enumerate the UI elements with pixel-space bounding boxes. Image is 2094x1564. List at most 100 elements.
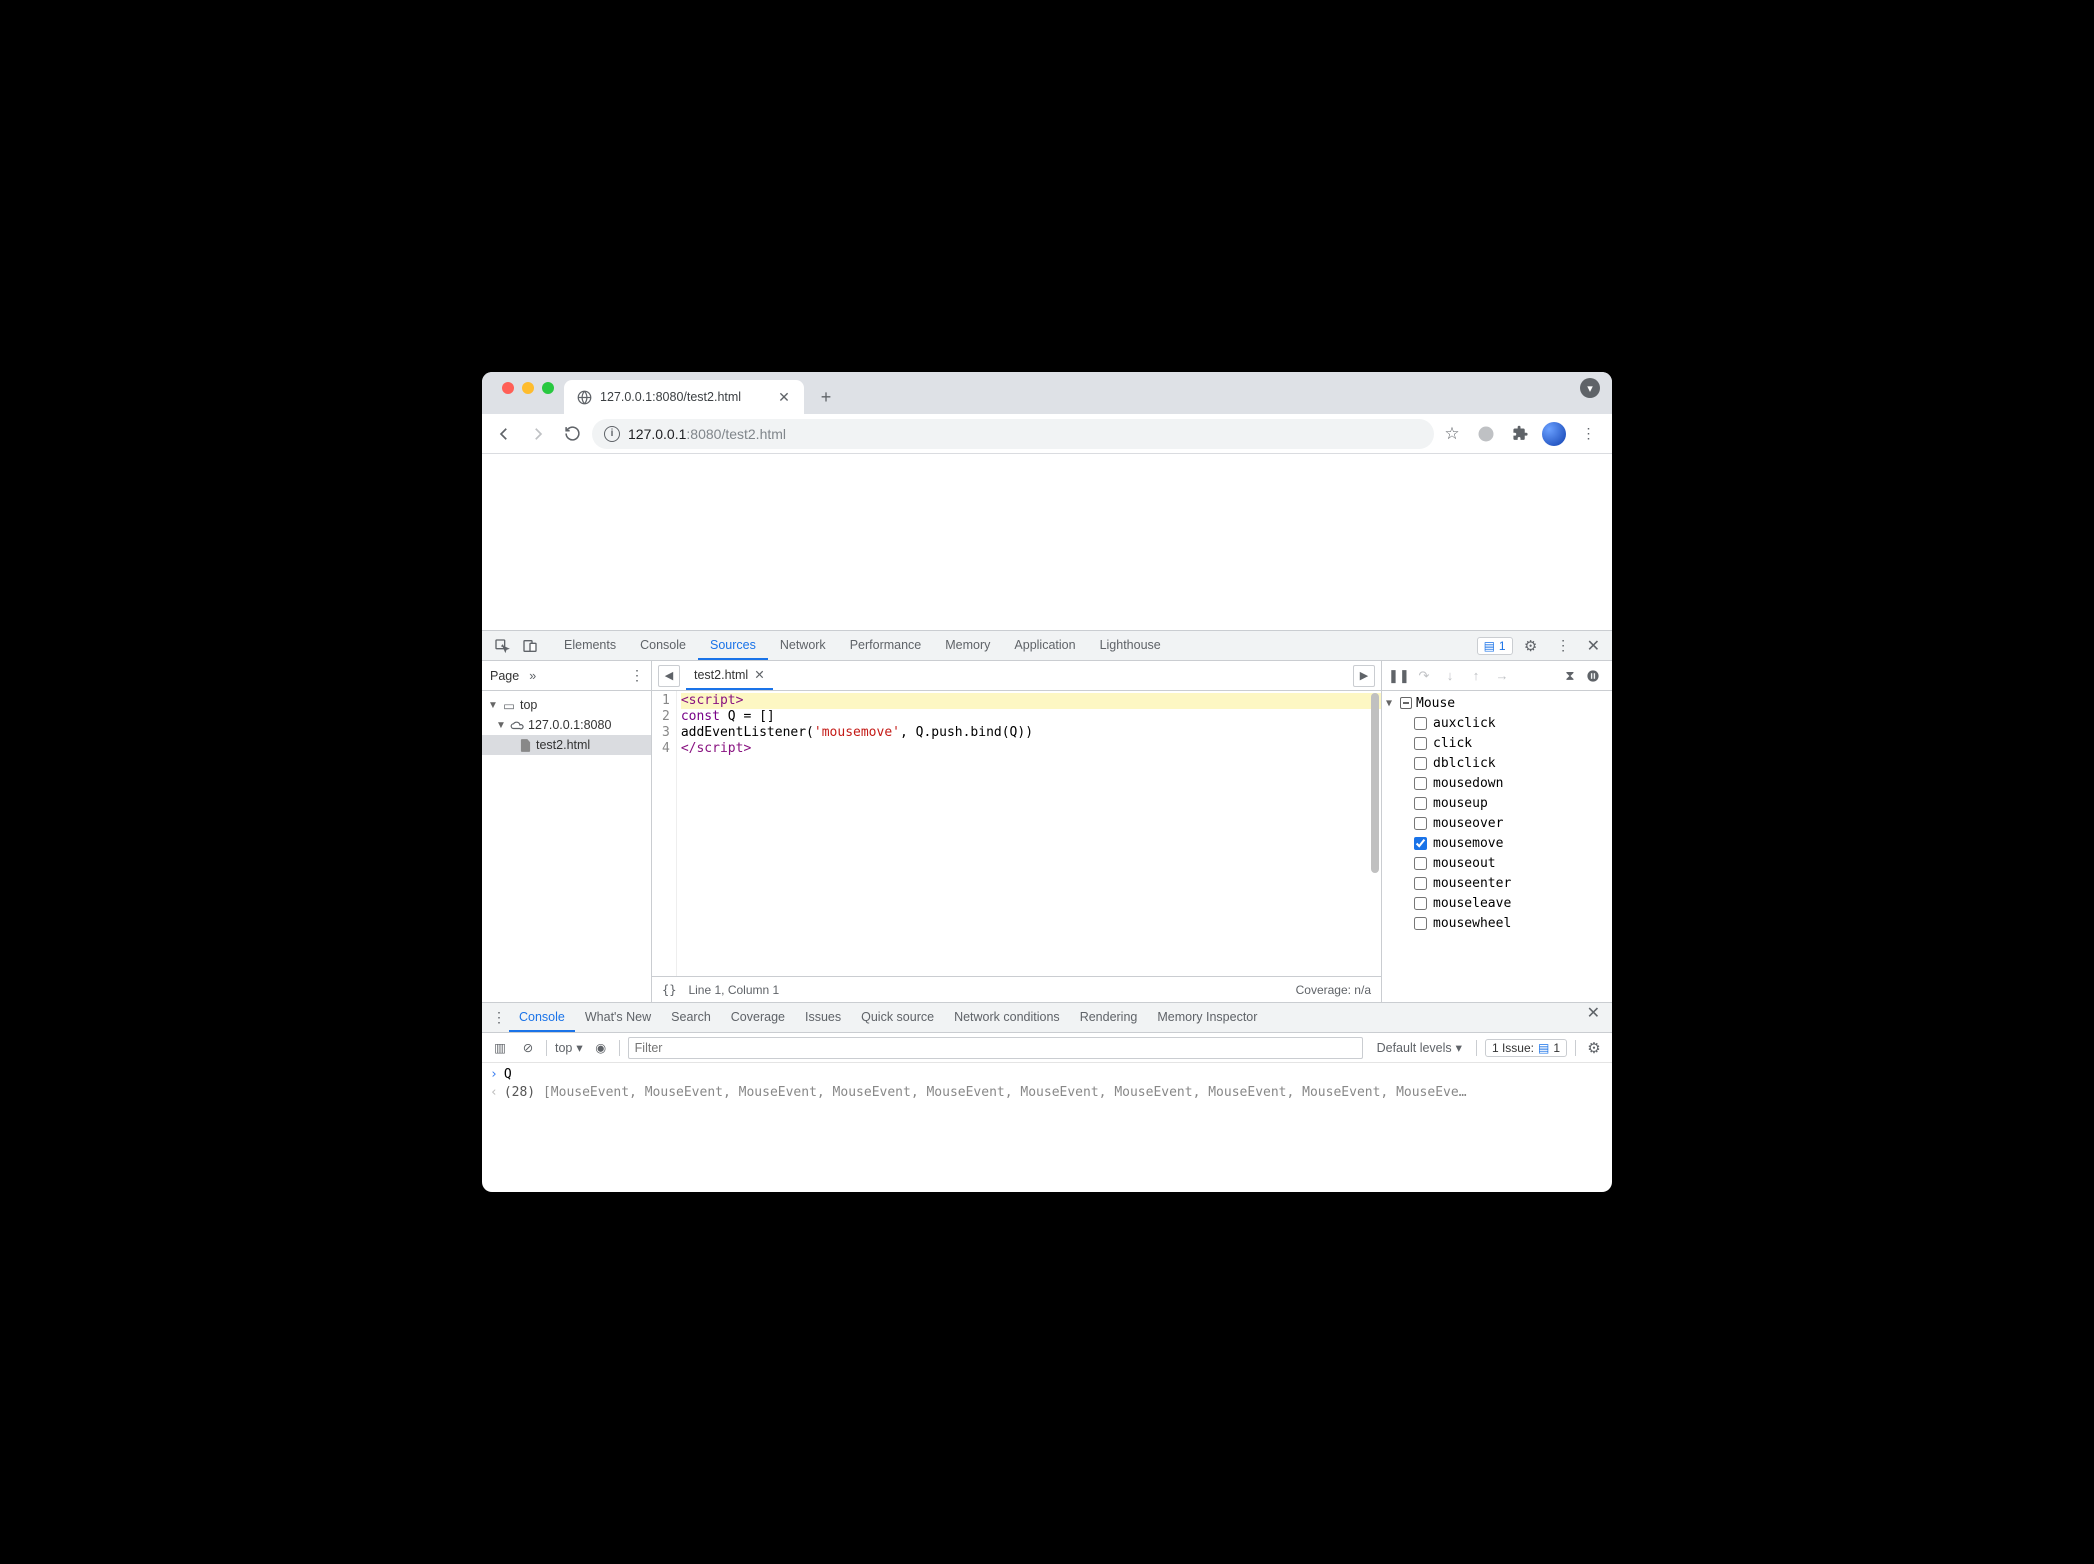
tab-console[interactable]: Console bbox=[628, 631, 698, 660]
drawer-tab-console[interactable]: Console bbox=[509, 1003, 575, 1032]
navigator-tab-page[interactable]: Page bbox=[490, 669, 519, 683]
close-file-button[interactable]: ✕ bbox=[754, 667, 764, 682]
toggle-navigator-button[interactable]: ◀ bbox=[658, 665, 680, 687]
devtools-close-button[interactable]: ✕ bbox=[1581, 636, 1606, 656]
pause-on-exceptions-button[interactable] bbox=[1586, 669, 1606, 683]
execution-context-selector[interactable]: top▾ bbox=[555, 1040, 583, 1055]
code-text[interactable]: <script> const Q = [] addEventListener('… bbox=[677, 691, 1381, 976]
step-out-button[interactable]: ↑ bbox=[1466, 668, 1486, 683]
tab-sources[interactable]: Sources bbox=[698, 631, 768, 660]
tab-network[interactable]: Network bbox=[768, 631, 838, 660]
breakpoint-checkbox[interactable] bbox=[1414, 917, 1427, 930]
close-window-button[interactable] bbox=[502, 382, 514, 394]
tab-memory[interactable]: Memory bbox=[933, 631, 1002, 660]
breakpoint-item[interactable]: mousedown bbox=[1386, 773, 1608, 793]
step-button[interactable]: → bbox=[1492, 668, 1512, 683]
back-button[interactable] bbox=[490, 420, 518, 448]
drawer-tab-search[interactable]: Search bbox=[661, 1003, 721, 1032]
console-output[interactable]: › Q ‹ (28) [MouseEvent, MouseEvent, Mous… bbox=[482, 1063, 1612, 1192]
breakpoint-category-mouse[interactable]: ▼ Mouse bbox=[1386, 693, 1608, 713]
tab-search-button[interactable]: ▾ bbox=[1580, 378, 1600, 398]
drawer-tab-coverage[interactable]: Coverage bbox=[721, 1003, 795, 1032]
drawer-tab-netcond[interactable]: Network conditions bbox=[944, 1003, 1070, 1032]
breakpoint-item[interactable]: mouseup bbox=[1386, 793, 1608, 813]
console-issues-chip[interactable]: 1 Issue: ▤ 1 bbox=[1485, 1039, 1567, 1057]
devtools-settings-button[interactable]: ⚙ bbox=[1517, 637, 1545, 655]
breakpoint-item[interactable]: mousewheel bbox=[1386, 913, 1608, 933]
console-settings-button[interactable]: ⚙ bbox=[1584, 1039, 1604, 1057]
zoom-window-button[interactable] bbox=[542, 382, 554, 394]
drawer-tab-whatsnew[interactable]: What's New bbox=[575, 1003, 661, 1032]
toggle-debugger-button[interactable]: ▶ bbox=[1353, 665, 1375, 687]
console-sidebar-toggle[interactable]: ▥ bbox=[490, 1040, 510, 1055]
tab-application[interactable]: Application bbox=[1002, 631, 1087, 660]
devtools-menu-button[interactable]: ⋮ bbox=[1549, 637, 1577, 654]
chevron-left-icon: ‹ bbox=[490, 1085, 498, 1100]
live-expression-button[interactable]: ◉ bbox=[591, 1040, 611, 1055]
tab-elements[interactable]: Elements bbox=[552, 631, 628, 660]
console-result-row[interactable]: ‹ (28) [MouseEvent, MouseEvent, MouseEve… bbox=[490, 1083, 1604, 1101]
breakpoint-checkbox[interactable] bbox=[1414, 777, 1427, 790]
tab-lighthouse[interactable]: Lighthouse bbox=[1088, 631, 1173, 660]
reload-button[interactable] bbox=[558, 420, 586, 448]
forward-button[interactable] bbox=[524, 420, 552, 448]
browser-tab[interactable]: 127.0.0.1:8080/test2.html ✕ bbox=[564, 380, 804, 414]
drawer-tab-quicksource[interactable]: Quick source bbox=[851, 1003, 944, 1032]
deactivate-breakpoints-button[interactable]: ⧗ bbox=[1560, 668, 1580, 684]
breakpoint-checkbox[interactable] bbox=[1414, 757, 1427, 770]
close-tab-button[interactable]: ✕ bbox=[776, 389, 792, 406]
tree-origin[interactable]: ▼ 127.0.0.1:8080 bbox=[482, 715, 651, 735]
navigator-menu[interactable]: ⋮ bbox=[630, 667, 643, 684]
breakpoint-checkbox[interactable] bbox=[1414, 717, 1427, 730]
inspect-element-button[interactable] bbox=[488, 631, 516, 660]
extensions-icon[interactable] bbox=[1508, 422, 1532, 446]
step-into-button[interactable]: ↓ bbox=[1440, 668, 1460, 683]
breakpoint-checkbox[interactable] bbox=[1414, 797, 1427, 810]
breakpoint-checkbox[interactable] bbox=[1414, 857, 1427, 870]
editor-scrollbar[interactable] bbox=[1371, 693, 1379, 873]
breakpoint-checkbox[interactable] bbox=[1414, 817, 1427, 830]
drawer-tab-rendering[interactable]: Rendering bbox=[1070, 1003, 1148, 1032]
pause-button[interactable]: ❚❚ bbox=[1388, 668, 1408, 684]
breakpoint-label: click bbox=[1433, 736, 1472, 751]
breakpoint-checkbox[interactable] bbox=[1414, 897, 1427, 910]
site-info-icon[interactable]: i bbox=[604, 426, 620, 442]
breakpoint-item[interactable]: dblclick bbox=[1386, 753, 1608, 773]
breakpoint-checkbox[interactable] bbox=[1414, 737, 1427, 750]
globe-grey-icon[interactable] bbox=[1474, 422, 1498, 446]
category-checkbox-mixed[interactable] bbox=[1400, 697, 1412, 709]
breakpoint-checkbox[interactable] bbox=[1414, 877, 1427, 890]
clear-console-button[interactable]: ⊘ bbox=[518, 1040, 538, 1055]
breakpoint-item[interactable]: mousemove bbox=[1386, 833, 1608, 853]
log-levels-selector[interactable]: Default levels▾ bbox=[1371, 1040, 1468, 1055]
code-area[interactable]: 1 2 3 4 <script> const Q = [] addEventLi… bbox=[652, 691, 1381, 976]
breakpoint-item[interactable]: mouseover bbox=[1386, 813, 1608, 833]
chrome-menu-button[interactable]: ⋮ bbox=[1576, 422, 1600, 446]
breakpoint-label: mouseout bbox=[1433, 856, 1496, 871]
navigator-more-tabs[interactable]: » bbox=[529, 669, 536, 683]
address-bar[interactable]: i 127.0.0.1:8080/test2.html bbox=[592, 419, 1434, 449]
editor-file-tab[interactable]: test2.html ✕ bbox=[686, 661, 773, 690]
bookmark-star-icon[interactable]: ☆ bbox=[1440, 422, 1464, 446]
profile-avatar[interactable] bbox=[1542, 422, 1566, 446]
breakpoint-item[interactable]: mouseenter bbox=[1386, 873, 1608, 893]
tree-top-frame[interactable]: ▼ ▭ top bbox=[482, 695, 651, 715]
drawer-tab-issues[interactable]: Issues bbox=[795, 1003, 851, 1032]
drawer-tab-meminspector[interactable]: Memory Inspector bbox=[1147, 1003, 1267, 1032]
issues-counter[interactable]: ▤ 1 bbox=[1477, 637, 1513, 655]
breakpoint-checkbox[interactable] bbox=[1414, 837, 1427, 850]
tree-file[interactable]: test2.html bbox=[482, 735, 651, 755]
breakpoint-item[interactable]: click bbox=[1386, 733, 1608, 753]
breakpoint-item[interactable]: mouseout bbox=[1386, 853, 1608, 873]
breakpoint-item[interactable]: mouseleave bbox=[1386, 893, 1608, 913]
device-toolbar-button[interactable] bbox=[516, 631, 544, 660]
tab-performance[interactable]: Performance bbox=[838, 631, 934, 660]
drawer-close-button[interactable]: ✕ bbox=[1581, 1003, 1606, 1032]
step-over-button[interactable]: ↷ bbox=[1414, 668, 1434, 684]
pretty-print-button[interactable]: {} bbox=[662, 983, 676, 997]
breakpoint-item[interactable]: auxclick bbox=[1386, 713, 1608, 733]
minimize-window-button[interactable] bbox=[522, 382, 534, 394]
new-tab-button[interactable]: + bbox=[812, 383, 840, 411]
console-filter-input[interactable] bbox=[628, 1037, 1363, 1059]
drawer-menu-button[interactable]: ⋮ bbox=[488, 1003, 509, 1032]
